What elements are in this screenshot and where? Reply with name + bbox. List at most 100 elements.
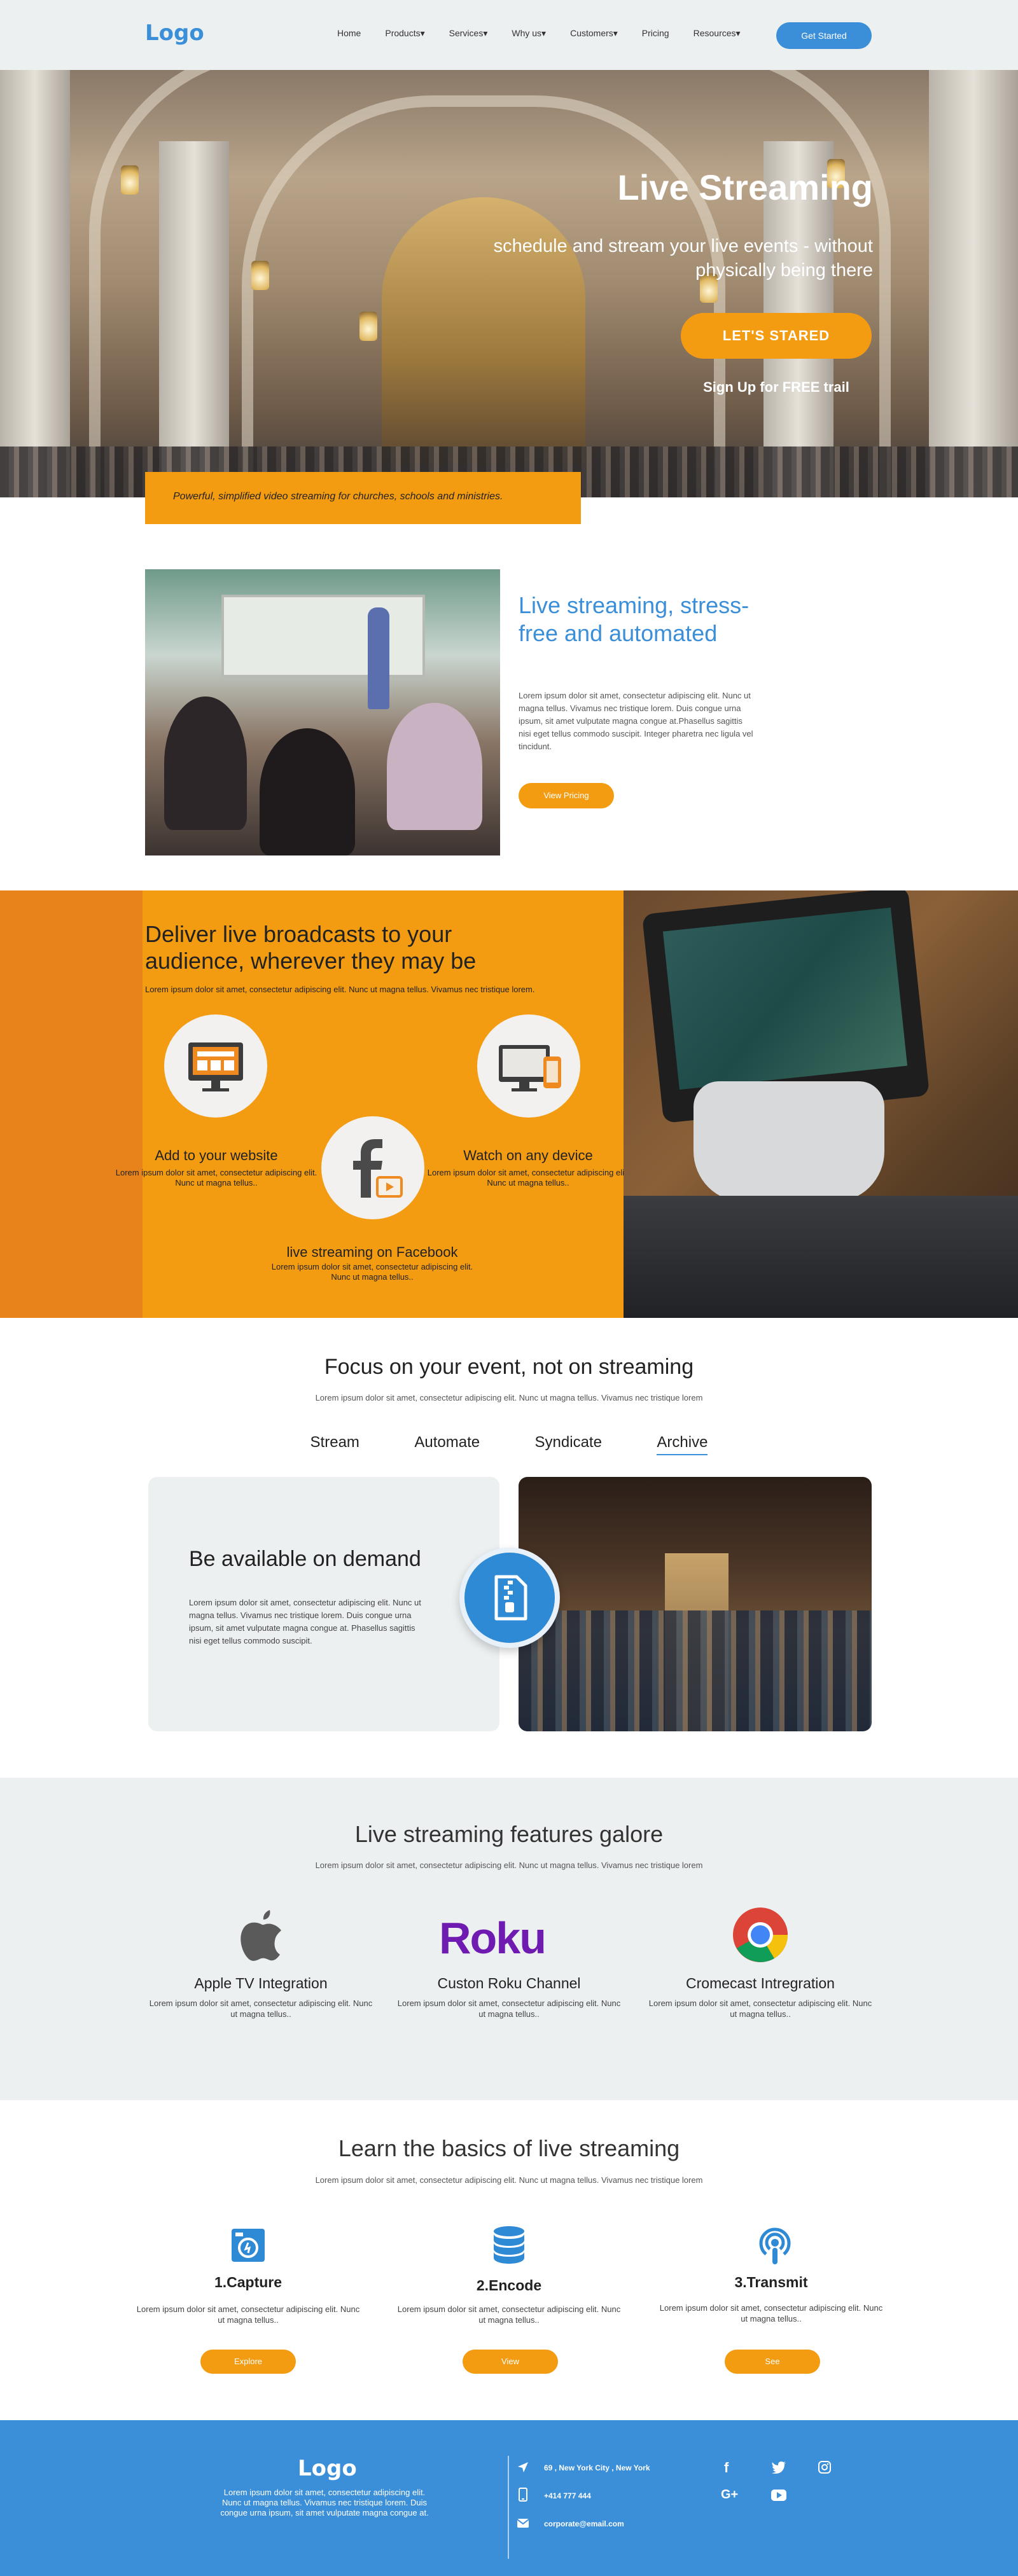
location-arrow-icon bbox=[518, 2462, 528, 2472]
instagram-icon[interactable] bbox=[818, 2461, 831, 2474]
student-shape bbox=[260, 728, 355, 855]
nav-pricing[interactable]: Pricing bbox=[642, 28, 669, 39]
footer-divider bbox=[508, 2456, 509, 2559]
feature-text: Lorem ipsum dolor sit amet, consectetur … bbox=[427, 1168, 629, 1188]
broadcast-subtitle: Lorem ipsum dolor sit amet, consectetur … bbox=[145, 985, 535, 994]
footer-email[interactable]: corporate@email.com bbox=[544, 2519, 624, 2528]
basics-section: Learn the basics of live streaming Lorem… bbox=[0, 2100, 1018, 2420]
main-nav: Home Products▾ Services▾ Why us▾ Custome… bbox=[337, 28, 765, 39]
whiteboard-shape bbox=[221, 595, 425, 677]
archive-action-button[interactable] bbox=[459, 1548, 560, 1648]
feature-text: Lorem ipsum dolor sit amet, consectetur … bbox=[115, 1168, 317, 1188]
feature-title: Add to your website bbox=[155, 1147, 278, 1163]
view-button[interactable]: View bbox=[463, 2350, 558, 2374]
tab-archive[interactable]: Archive bbox=[657, 1434, 708, 1455]
features-title: Live streaming features galore bbox=[354, 1821, 664, 1847]
podcast-icon bbox=[759, 2227, 791, 2264]
intro-title: Live streaming, stress-free and automate… bbox=[519, 592, 750, 646]
feature-title: Apple TV Integration bbox=[194, 1975, 328, 1991]
hero-tagline: Powerful, simplified video streaming for… bbox=[145, 472, 581, 524]
feature-text: Lorem ipsum dolor sit amet, consectetur … bbox=[271, 1262, 473, 1282]
tab-stream[interactable]: Stream bbox=[310, 1434, 359, 1454]
google-plus-icon[interactable]: G+ bbox=[721, 2488, 738, 2502]
view-pricing-button[interactable]: View Pricing bbox=[519, 783, 614, 808]
teacher-shape bbox=[368, 607, 389, 709]
step-text: Lorem ipsum dolor sit amet, consectetur … bbox=[397, 2304, 621, 2325]
facebook-icon-circle bbox=[321, 1116, 424, 1219]
leg-shape bbox=[624, 1196, 1018, 1318]
accent-strip bbox=[0, 890, 143, 1318]
header-logo[interactable]: Logo bbox=[145, 20, 204, 46]
pillar-shape bbox=[929, 70, 1018, 497]
phone-icon bbox=[519, 2488, 527, 2502]
classroom-photo bbox=[145, 569, 500, 855]
nav-customers[interactable]: Customers▾ bbox=[570, 28, 618, 39]
student-shape bbox=[387, 703, 482, 830]
facebook-icon[interactable]: f bbox=[724, 2460, 729, 2476]
lamp-shape bbox=[121, 165, 139, 195]
pillar-shape bbox=[0, 70, 70, 497]
chevron-down-icon: ▾ bbox=[420, 28, 425, 38]
footer-phone[interactable]: +414 777 444 bbox=[544, 2491, 591, 2500]
nav-resources[interactable]: Resources▾ bbox=[694, 28, 741, 39]
on-demand-title: Be available on demand bbox=[189, 1547, 421, 1571]
features-subtitle: Lorem ipsum dolor sit amet, consectetur … bbox=[315, 1860, 703, 1870]
intro-section: Live streaming, stress-free and automate… bbox=[0, 497, 1018, 890]
lets-start-button[interactable]: LET'S STARED bbox=[681, 313, 872, 359]
chevron-down-icon: ▾ bbox=[613, 28, 618, 38]
tab-syndicate[interactable]: Syndicate bbox=[535, 1434, 602, 1454]
see-button[interactable]: See bbox=[725, 2350, 820, 2374]
feature-title: live streaming on Facebook bbox=[286, 1244, 458, 1260]
feature-tabs: Stream Automate Syndicate Archive bbox=[0, 1434, 1018, 1455]
feature-text: Lorem ipsum dolor sit amet, consectetur … bbox=[648, 1998, 872, 2019]
broadcast-title: Deliver live broadcasts to your audience… bbox=[145, 921, 477, 974]
footer-logo[interactable]: Logo bbox=[298, 2456, 357, 2481]
footer-text: Lorem ipsum dolor sit amet, consectetur … bbox=[220, 2488, 429, 2517]
nav-home[interactable]: Home bbox=[337, 28, 361, 39]
broadcast-section: Deliver live broadcasts to your audience… bbox=[0, 890, 1018, 1318]
step-title: 3.Transmit bbox=[734, 2274, 808, 2290]
feature-text: Lorem ipsum dolor sit amet, consectetur … bbox=[149, 1998, 373, 2019]
hero-title: Live Streaming bbox=[617, 167, 873, 207]
basics-title: Learn the basics of live streaming bbox=[338, 2135, 680, 2161]
lamp-shape bbox=[359, 312, 377, 341]
hero-subtitle: schedule and stream your live events - w… bbox=[493, 236, 873, 280]
camera-icon bbox=[232, 2229, 265, 2262]
youtube-icon[interactable] bbox=[770, 2489, 787, 2502]
website-icon-circle bbox=[164, 1014, 267, 1118]
feature-title: Cromecast Intregration bbox=[686, 1975, 835, 1991]
chevron-down-icon: ▾ bbox=[483, 28, 488, 38]
feature-title: Custon Roku Channel bbox=[437, 1975, 581, 1991]
site-header: Logo Home Products▾ Services▾ Why us▾ Cu… bbox=[0, 0, 1018, 70]
focus-section: Focus on your event, not on streaming Lo… bbox=[0, 1318, 1018, 1778]
envelope-icon bbox=[517, 2519, 529, 2528]
audience-shape bbox=[519, 1610, 872, 1731]
devices-icon bbox=[499, 1045, 561, 1091]
twitter-icon[interactable] bbox=[771, 2461, 786, 2474]
get-started-button[interactable]: Get Started bbox=[776, 22, 872, 49]
facebook-video-icon bbox=[353, 1139, 403, 1198]
site-footer: Logo Lorem ipsum dolor sit amet, consect… bbox=[0, 2420, 1018, 2576]
step-title: 2.Encode bbox=[476, 2277, 542, 2294]
controller-shape bbox=[694, 1081, 884, 1202]
nav-products[interactable]: Products▾ bbox=[385, 28, 424, 39]
free-trial-link[interactable]: Sign Up for FREE trail bbox=[681, 379, 872, 396]
on-demand-text: Lorem ipsum dolor sit amet, consectetur … bbox=[189, 1598, 421, 1645]
hero-section: Live Streaming schedule and stream your … bbox=[0, 70, 1018, 497]
focus-subtitle: Lorem ipsum dolor sit amet, consectetur … bbox=[315, 1393, 703, 1402]
footer-address: 69 , New York City , New York bbox=[544, 2463, 650, 2472]
tablet-screen-shape bbox=[662, 907, 908, 1090]
explore-button[interactable]: Explore bbox=[200, 2350, 296, 2374]
basics-subtitle: Lorem ipsum dolor sit amet, consectetur … bbox=[315, 2175, 703, 2185]
device-icon-circle bbox=[477, 1014, 580, 1118]
roku-logo: Roku bbox=[439, 1913, 547, 1963]
step-text: Lorem ipsum dolor sit amet, consectetur … bbox=[659, 2303, 883, 2323]
website-icon bbox=[188, 1042, 243, 1091]
student-shape bbox=[164, 696, 247, 830]
tab-automate[interactable]: Automate bbox=[414, 1434, 480, 1454]
drone-controller-photo bbox=[624, 890, 1018, 1318]
nav-services[interactable]: Services▾ bbox=[449, 28, 488, 39]
intro-text: Lorem ipsum dolor sit amet, consectetur … bbox=[519, 691, 753, 751]
nav-why-us[interactable]: Why us▾ bbox=[512, 28, 546, 39]
lamp-shape bbox=[251, 261, 269, 290]
